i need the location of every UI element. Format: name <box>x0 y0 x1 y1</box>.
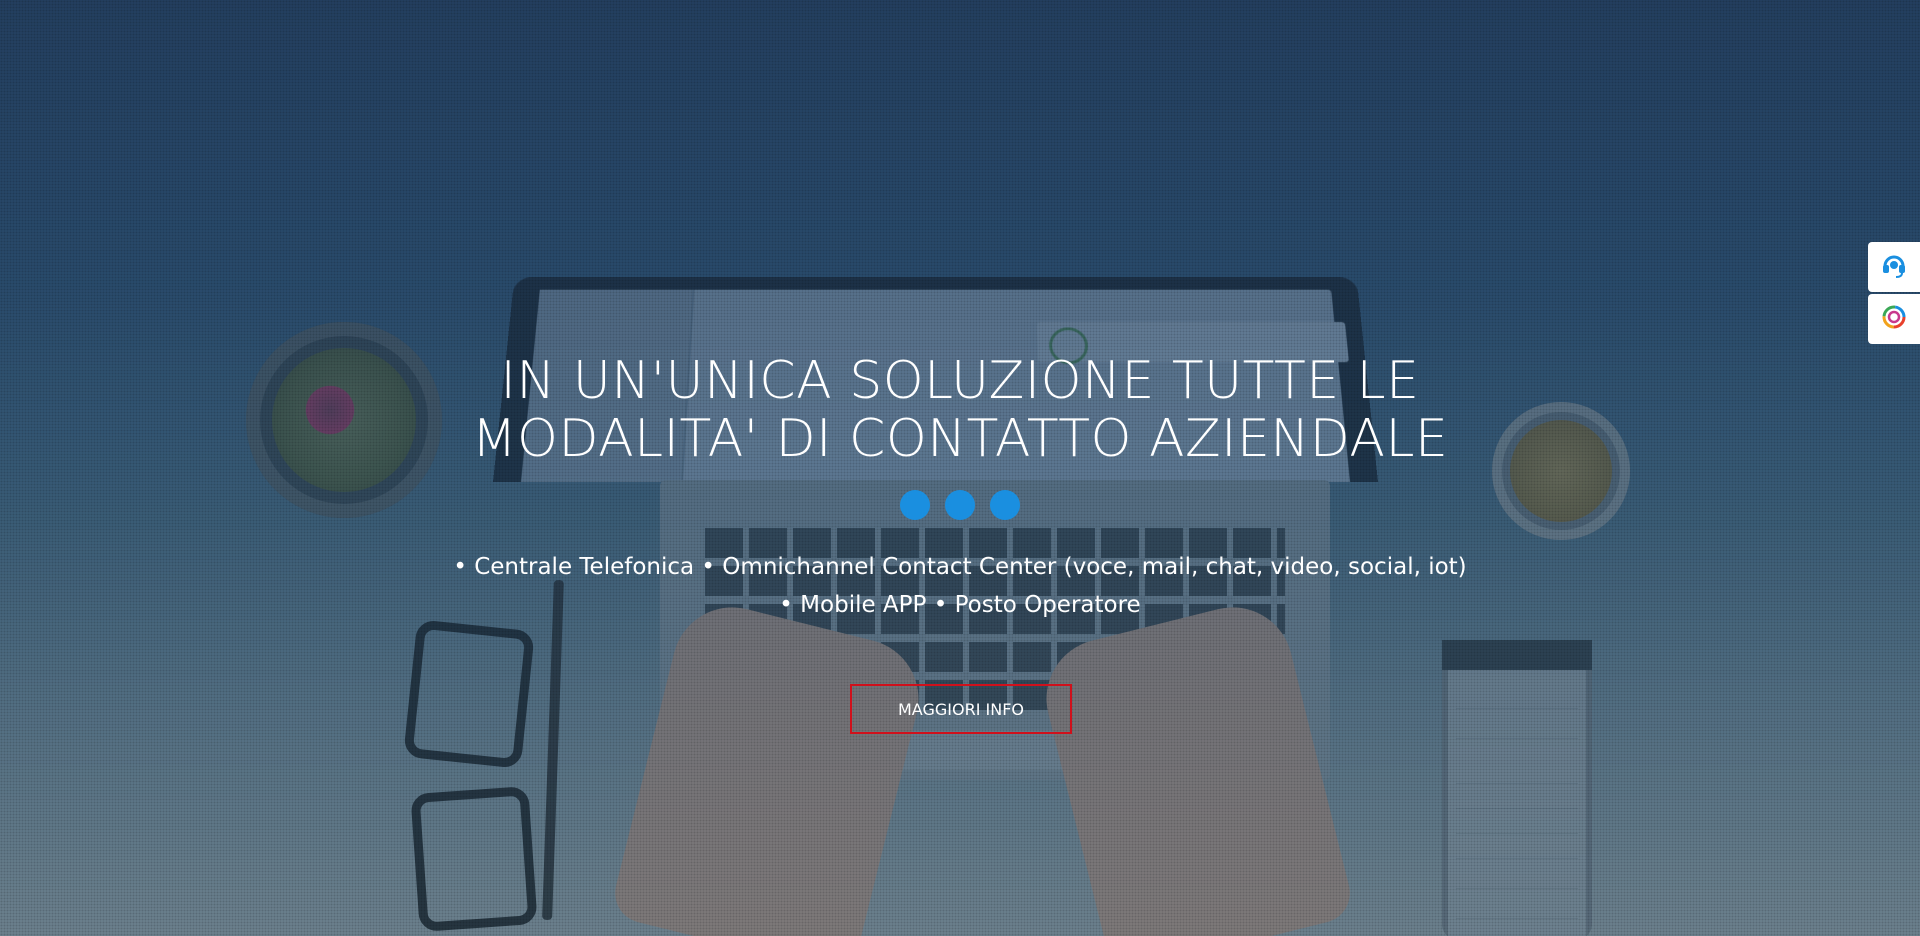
side-widget-panel <box>1868 242 1920 344</box>
headline-line-2: MODALITA' DI CONTATTO AZIENDALE <box>471 409 1449 469</box>
hero-headline: IN UN'UNICA SOLUZIONE TUTTE LE MODALITA'… <box>360 352 1560 468</box>
more-info-button[interactable]: MAGGIORI INFO <box>850 684 1072 734</box>
hero-section: IN UN'UNICA SOLUZIONE TUTTE LE MODALITA'… <box>0 0 1920 936</box>
headset-support-icon <box>1880 251 1908 283</box>
hero-content: IN UN'UNICA SOLUZIONE TUTTE LE MODALITA'… <box>0 0 1920 936</box>
slider-dots <box>900 490 1020 520</box>
features-line-2: • Mobile APP • Posto Operatore <box>779 592 1141 618</box>
slider-dot-1[interactable] <box>900 490 930 520</box>
slider-dot-3[interactable] <box>990 490 1020 520</box>
features-text: • Centrale Telefonica • Omnichannel Cont… <box>360 548 1560 624</box>
headline-line-1: IN UN'UNICA SOLUZIONE TUTTE LE <box>500 351 1420 411</box>
support-widget-button[interactable] <box>1868 242 1920 292</box>
brand-widget-button[interactable] <box>1868 294 1920 344</box>
color-swirl-logo-icon <box>1881 304 1907 334</box>
slider-dot-2[interactable] <box>945 490 975 520</box>
features-line-1: • Centrale Telefonica • Omnichannel Cont… <box>453 554 1467 580</box>
